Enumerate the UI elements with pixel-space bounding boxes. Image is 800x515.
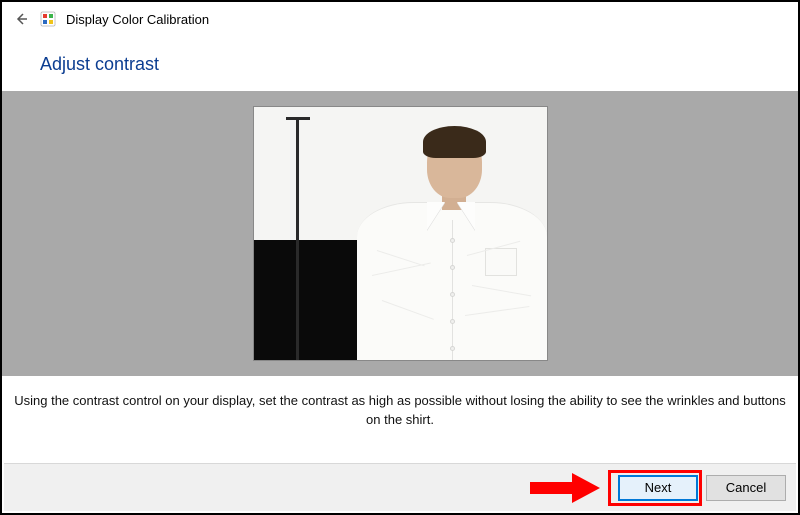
page-heading: Adjust contrast bbox=[2, 36, 798, 91]
button-bar: Next Cancel bbox=[4, 463, 796, 511]
app-icon bbox=[40, 11, 56, 27]
back-button[interactable] bbox=[12, 10, 30, 28]
next-button[interactable]: Next bbox=[618, 475, 698, 501]
cancel-button[interactable]: Cancel bbox=[706, 475, 786, 501]
window-title: Display Color Calibration bbox=[66, 12, 209, 27]
content-area bbox=[2, 91, 798, 376]
title-bar: Display Color Calibration bbox=[2, 2, 798, 36]
instruction-text: Using the contrast control on your displ… bbox=[2, 376, 798, 444]
contrast-reference-image bbox=[253, 106, 548, 361]
